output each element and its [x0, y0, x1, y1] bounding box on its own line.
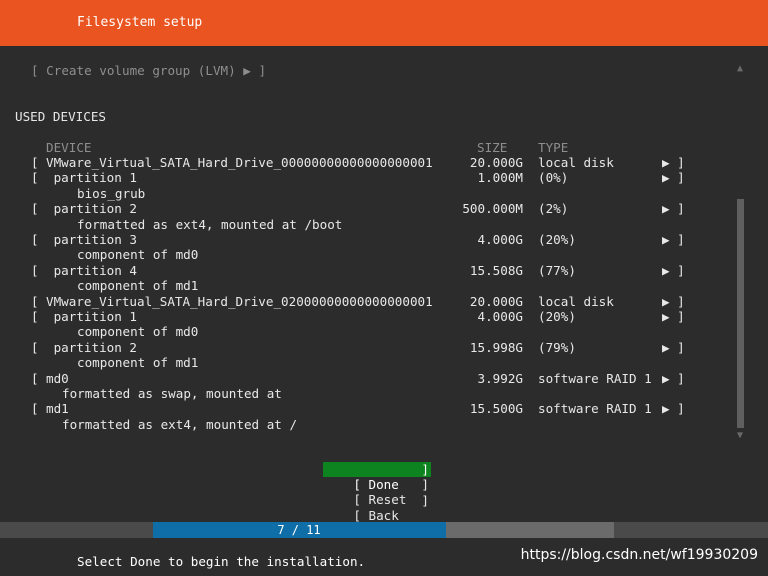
back-button[interactable]: [ Back]: [323, 493, 431, 523]
row-open-bracket[interactable]: [: [31, 401, 39, 416]
back-button-bracket: ]: [421, 493, 429, 508]
reset-button[interactable]: [ Reset]: [323, 477, 431, 507]
row-menu-arrow-icon[interactable]: ▶ ]: [662, 263, 685, 278]
create-volume-group-button[interactable]: [ Create volume group (LVM) ▶ ]: [31, 63, 266, 78]
reset-button-bracket: ]: [421, 477, 429, 492]
column-header-type: TYPE: [538, 140, 569, 155]
progress-label: 7 / 11: [277, 523, 321, 537]
device-name[interactable]: VMware_Virtual_SATA_Hard_Drive_020000000…: [46, 294, 433, 309]
row-menu-arrow-icon[interactable]: ▶ ]: [662, 371, 685, 386]
device-size: 15.998G: [469, 340, 523, 355]
device-name[interactable]: VMware_Virtual_SATA_Hard_Drive_000000000…: [46, 155, 433, 170]
page-title: Filesystem setup: [77, 15, 203, 30]
done-button[interactable]: [ Done]: [323, 462, 431, 492]
row-menu-arrow-icon[interactable]: ▶ ]: [662, 309, 685, 324]
row-menu-arrow-icon[interactable]: ▶ ]: [662, 340, 685, 355]
row-open-bracket[interactable]: [: [31, 232, 39, 247]
device-detail: formatted as ext4, mounted at /boot: [77, 217, 343, 232]
section-title: USED DEVICES: [15, 109, 106, 124]
device-size: 15.508G: [469, 263, 523, 278]
device-detail: component of md1: [77, 278, 199, 293]
device-type: local disk: [538, 294, 614, 309]
back-button-label: [ Back: [353, 508, 399, 523]
column-header-device: DEVICE: [46, 140, 92, 155]
device-name[interactable]: partition 2: [46, 201, 137, 216]
device-size: 4.000G: [477, 309, 524, 324]
device-detail: component of md1: [77, 355, 199, 370]
row-menu-arrow-icon[interactable]: ▶ ]: [662, 232, 685, 247]
footer-help-text: Select Done to begin the installation.: [77, 554, 366, 569]
row-menu-arrow-icon[interactable]: ▶ ]: [662, 170, 685, 185]
row-menu-arrow-icon[interactable]: ▶ ]: [662, 201, 685, 216]
device-size: 20.000G: [469, 155, 523, 170]
device-size: 3.992G: [477, 371, 524, 386]
column-header-size: SIZE: [477, 140, 508, 155]
device-size: 20.000G: [469, 294, 523, 309]
row-open-bracket[interactable]: [: [31, 155, 39, 170]
device-detail: bios_grub: [77, 186, 146, 201]
device-detail: component of md0: [77, 324, 199, 339]
device-size: 15.500G: [469, 401, 523, 416]
row-open-bracket[interactable]: [: [31, 294, 39, 309]
installer-screen: Filesystem setup [ Create volume group (…: [0, 0, 768, 576]
device-name[interactable]: md1: [46, 401, 69, 416]
row-menu-arrow-icon[interactable]: ▶ ]: [662, 155, 685, 170]
row-open-bracket[interactable]: [: [31, 371, 39, 386]
device-type: (0%): [538, 170, 569, 185]
device-name[interactable]: partition 4: [46, 263, 137, 278]
device-type: local disk: [538, 155, 614, 170]
device-size: 4.000G: [477, 232, 524, 247]
scrollbar-thumb[interactable]: [737, 199, 744, 428]
device-name[interactable]: partition 1: [46, 309, 137, 324]
device-type: (79%): [538, 340, 576, 355]
row-menu-arrow-icon[interactable]: ▶ ]: [662, 294, 685, 309]
device-size: 500.000M: [462, 201, 523, 216]
device-type: (20%): [538, 232, 576, 247]
row-open-bracket[interactable]: [: [31, 170, 39, 185]
device-name[interactable]: partition 2: [46, 340, 137, 355]
device-detail: component of md0: [77, 247, 199, 262]
row-open-bracket[interactable]: [: [31, 201, 39, 216]
device-type: software RAID 1: [538, 401, 652, 416]
scroll-down-icon[interactable]: ▼: [737, 430, 743, 441]
device-type: (20%): [538, 309, 576, 324]
row-menu-arrow-icon[interactable]: ▶ ]: [662, 401, 685, 416]
row-open-bracket[interactable]: [: [31, 263, 39, 278]
scroll-up-icon[interactable]: ▲: [737, 63, 743, 74]
done-button-bracket: ]: [421, 462, 429, 477]
watermark: https://blog.csdn.net/wf19930209: [520, 547, 758, 563]
device-name[interactable]: partition 3: [46, 232, 137, 247]
row-open-bracket[interactable]: [: [31, 340, 39, 355]
row-open-bracket[interactable]: [: [31, 309, 39, 324]
device-name[interactable]: partition 1: [46, 170, 137, 185]
device-type: (77%): [538, 263, 576, 278]
progress-bar: 7 / 11: [153, 522, 614, 538]
header-bar: Filesystem setup: [0, 0, 768, 46]
device-type: (2%): [538, 201, 569, 216]
device-size: 1.000M: [477, 170, 524, 185]
device-detail: formatted as ext4, mounted at /: [62, 417, 298, 432]
device-name[interactable]: md0: [46, 371, 69, 386]
device-detail: formatted as swap, mounted at: [62, 386, 282, 401]
device-type: software RAID 1: [538, 371, 652, 386]
